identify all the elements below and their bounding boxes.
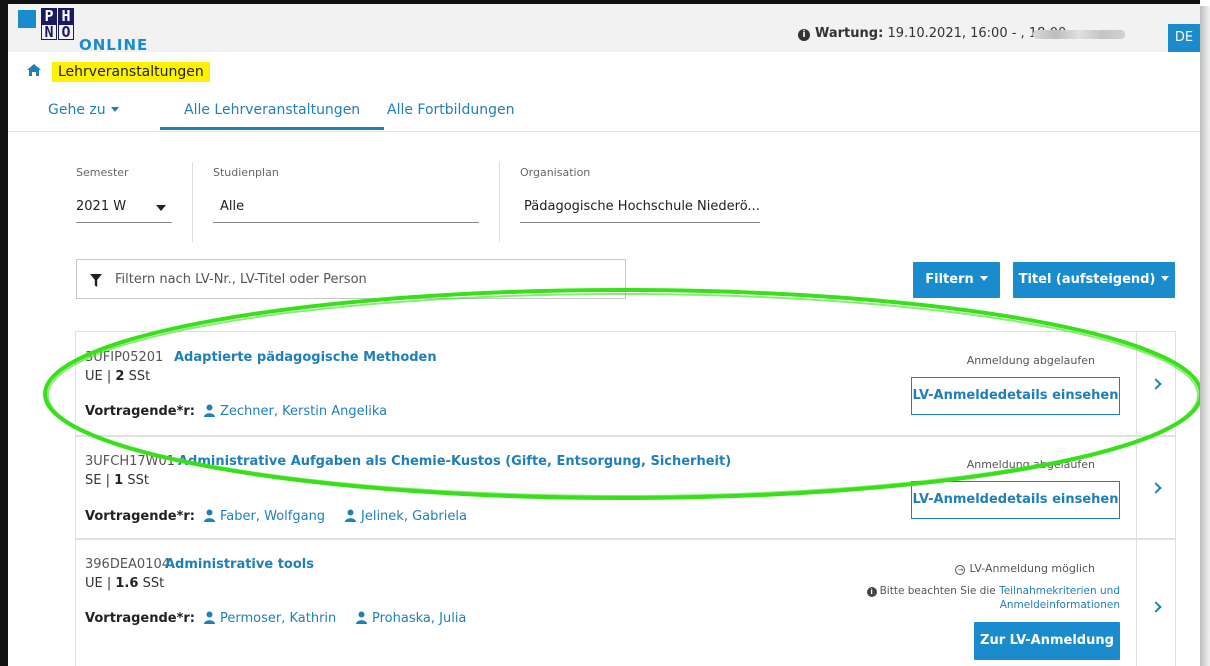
logo-square bbox=[18, 10, 36, 28]
lecturer-link[interactable]: Permoser, Kathrin bbox=[203, 611, 336, 628]
filter-button[interactable]: Filtern bbox=[913, 262, 1000, 298]
tab-all-trainings-label: Alle Fortbildungen bbox=[387, 102, 515, 118]
logo-letter-grid: PH NÖ bbox=[41, 8, 77, 40]
course-title-link[interactable]: Adaptierte pädagogische Methoden bbox=[174, 350, 437, 365]
course-type: SE | 1 SSt bbox=[85, 473, 149, 488]
info-icon: i bbox=[798, 29, 810, 41]
organisation-label: Organisation bbox=[520, 166, 591, 179]
studienplan-label: Studienplan bbox=[213, 166, 279, 179]
filter-button-label: Filtern bbox=[925, 272, 974, 287]
caret-down-icon[interactable] bbox=[156, 205, 166, 211]
registration-criteria-link[interactable]: Teilnahmekriterien und Anmeldeinformatio… bbox=[999, 585, 1120, 611]
maintenance-label: Wartung: bbox=[815, 26, 884, 41]
breadcrumb-current: Lehrveranstaltungen bbox=[52, 62, 210, 82]
lecturer-link[interactable]: Faber, Wolfgang bbox=[203, 509, 325, 526]
tab-all-courses-label: Alle Lehrveranstaltungen bbox=[184, 102, 361, 118]
registration-status: Anmeldung abgelaufen bbox=[966, 458, 1095, 471]
semester-underline bbox=[76, 222, 172, 223]
course-title-link[interactable]: Administrative tools bbox=[165, 557, 314, 572]
course-sst-value: 2 bbox=[115, 369, 125, 384]
logo-letter: Ö bbox=[58, 24, 74, 40]
arrow-circle-icon: → bbox=[955, 565, 966, 575]
sort-button[interactable]: Titel (aufsteigend) bbox=[1013, 262, 1175, 298]
tab-goto-label: Gehe zu bbox=[48, 102, 106, 118]
search-input[interactable] bbox=[115, 260, 615, 298]
course-open-column[interactable] bbox=[1136, 332, 1175, 435]
lecturers-label: Vortragende*r: bbox=[85, 404, 195, 419]
organisation-underline bbox=[520, 222, 760, 223]
chevron-right-icon bbox=[1150, 601, 1162, 613]
studienplan-input[interactable]: Alle bbox=[220, 199, 244, 214]
info-icon: i bbox=[866, 587, 877, 597]
course-open-column[interactable] bbox=[1136, 540, 1175, 666]
chevron-right-icon bbox=[1150, 378, 1162, 390]
course-code: 3UFCH17W01 bbox=[85, 454, 176, 469]
course-type: UE | 2 SSt bbox=[85, 369, 151, 384]
user-menu-redacted[interactable] bbox=[1033, 30, 1125, 39]
course-code: 3UFIP05201 bbox=[85, 350, 164, 365]
caret-down-icon bbox=[1161, 276, 1170, 281]
registration-status-text: LV-Anmeldung möglich bbox=[969, 562, 1095, 575]
language-switch-button[interactable]: DE bbox=[1168, 24, 1200, 52]
registration-note: i Bitte beachten Sie die Teilnahmekriteri… bbox=[828, 584, 1120, 612]
course-sst-unit: SSt bbox=[142, 576, 165, 591]
caret-down-icon bbox=[979, 276, 988, 281]
top-bar: PH NÖ ONLINE i Wartung: 19.10.2021, 16:00… bbox=[8, 4, 1200, 54]
semester-select[interactable]: 2021 W bbox=[76, 199, 126, 214]
chevron-right-icon bbox=[1150, 482, 1162, 494]
course-code: 396DEA0104 bbox=[85, 557, 171, 572]
window-shadow bbox=[1200, 6, 1210, 666]
registration-note-text: Bitte beachten Sie die bbox=[879, 585, 996, 597]
home-icon[interactable] bbox=[26, 62, 42, 81]
divider bbox=[499, 162, 500, 242]
person-icon bbox=[355, 611, 368, 628]
course-type-code: SE bbox=[85, 473, 102, 488]
sort-button-label: Titel (aufsteigend) bbox=[1018, 272, 1156, 287]
lecturer-name: Faber, Wolfgang bbox=[220, 509, 326, 524]
logo-letter: N bbox=[41, 24, 57, 40]
course-sst-value: 1.6 bbox=[115, 576, 139, 591]
browser-viewport: PH NÖ ONLINE i Wartung: 19.10.2021, 16:00… bbox=[0, 0, 1200, 666]
person-icon bbox=[203, 509, 216, 526]
lecturer-link[interactable]: Prohaska, Julia bbox=[355, 611, 466, 628]
lecturers-label: Vortragende*r: bbox=[85, 509, 195, 524]
course-sst-value: 1 bbox=[114, 473, 124, 488]
semester-label: Semester bbox=[76, 166, 129, 179]
caret-down-icon bbox=[110, 107, 119, 112]
tab-all-trainings[interactable]: Alle Fortbildungen bbox=[387, 102, 514, 118]
person-icon bbox=[203, 404, 216, 421]
course-sst-unit: SSt bbox=[127, 473, 149, 488]
studienplan-underline bbox=[213, 222, 479, 223]
logo-letter: H bbox=[58, 8, 74, 24]
person-icon bbox=[203, 611, 216, 628]
lecturers-label: Vortragende*r: bbox=[85, 611, 195, 626]
search-field[interactable] bbox=[76, 259, 626, 299]
lecturer-name: Prohaska, Julia bbox=[372, 611, 467, 626]
registration-status: → LV-Anmeldung möglich bbox=[955, 562, 1095, 575]
lecturer-name: Permoser, Kathrin bbox=[220, 611, 337, 626]
registration-details-button[interactable]: LV-Anmeldedetails einsehen bbox=[911, 377, 1120, 415]
filter-funnel-icon bbox=[90, 272, 102, 291]
maintenance-notice: i Wartung: 19.10.2021, 16:00 - , 18:00 bbox=[798, 26, 1066, 41]
course-type-code: UE bbox=[85, 369, 103, 384]
course-sst-unit: SSt bbox=[128, 369, 151, 384]
registration-status: Anmeldung abgelaufen bbox=[966, 354, 1095, 367]
course-type: UE | 1.6 SSt bbox=[85, 576, 165, 591]
lecturer-link[interactable]: Zechner, Kerstin Angelika bbox=[203, 404, 387, 421]
lecturer-name: Jelinek, Gabriela bbox=[361, 509, 467, 524]
registration-details-button[interactable]: LV-Anmeldedetails einsehen bbox=[911, 481, 1120, 519]
course-type-code: UE bbox=[85, 576, 103, 591]
lecturer-name: Zechner, Kerstin Angelika bbox=[220, 404, 388, 419]
course-title-link[interactable]: Administrative Aufgaben als Chemie-Kusto… bbox=[178, 454, 731, 469]
divider bbox=[192, 162, 193, 242]
organisation-input[interactable]: Pädagogische Hochschule Niederö... bbox=[524, 199, 760, 214]
register-button[interactable]: Zur LV-Anmeldung bbox=[974, 622, 1120, 660]
lecturer-link[interactable]: Jelinek, Gabriela bbox=[344, 509, 467, 526]
course-open-column[interactable] bbox=[1136, 437, 1175, 538]
person-icon bbox=[344, 509, 357, 526]
tab-all-courses[interactable]: Alle Lehrveranstaltungen bbox=[160, 102, 385, 130]
logo-letter: P bbox=[41, 8, 57, 24]
tab-goto[interactable]: Gehe zu bbox=[48, 102, 119, 118]
